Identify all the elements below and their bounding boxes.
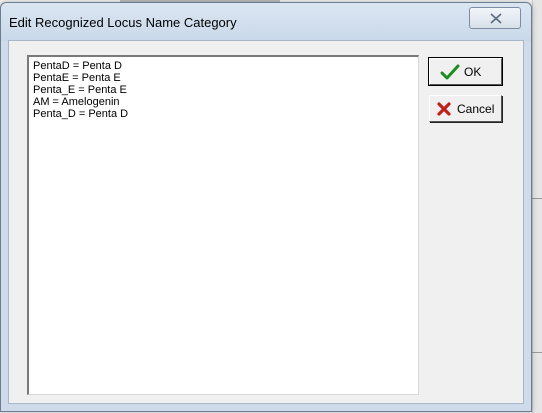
- background-grid-line: [532, 198, 542, 199]
- locus-names-memo[interactable]: PentaD = Penta D PentaE = Penta E Penta_…: [27, 55, 419, 395]
- dialog-client-area: PentaD = Penta D PentaE = Penta E Penta_…: [8, 40, 524, 404]
- dialog-title: Edit Recognized Locus Name Category: [9, 15, 237, 30]
- x-icon: [437, 102, 451, 116]
- ok-button[interactable]: OK: [428, 57, 503, 86]
- cancel-button-label: Cancel: [457, 102, 495, 116]
- background-grid-line: [532, 352, 542, 353]
- memo-line: Penta_E = Penta E: [33, 84, 127, 96]
- title-bar[interactable]: Edit Recognized Locus Name Category: [1, 3, 531, 41]
- cancel-button[interactable]: Cancel: [429, 95, 502, 122]
- close-button[interactable]: [469, 7, 521, 29]
- ok-button-label: OK: [464, 65, 482, 79]
- memo-line: Penta_D = Penta D: [33, 108, 129, 120]
- memo-line: AM = Amelogenin: [33, 96, 120, 108]
- edit-locus-dialog: Edit Recognized Locus Name Category Pent…: [0, 2, 532, 412]
- checkmark-icon: [440, 64, 460, 80]
- memo-line: PentaE = Penta E: [33, 72, 121, 84]
- memo-line: PentaD = Penta D: [33, 60, 122, 72]
- close-icon: [490, 13, 502, 24]
